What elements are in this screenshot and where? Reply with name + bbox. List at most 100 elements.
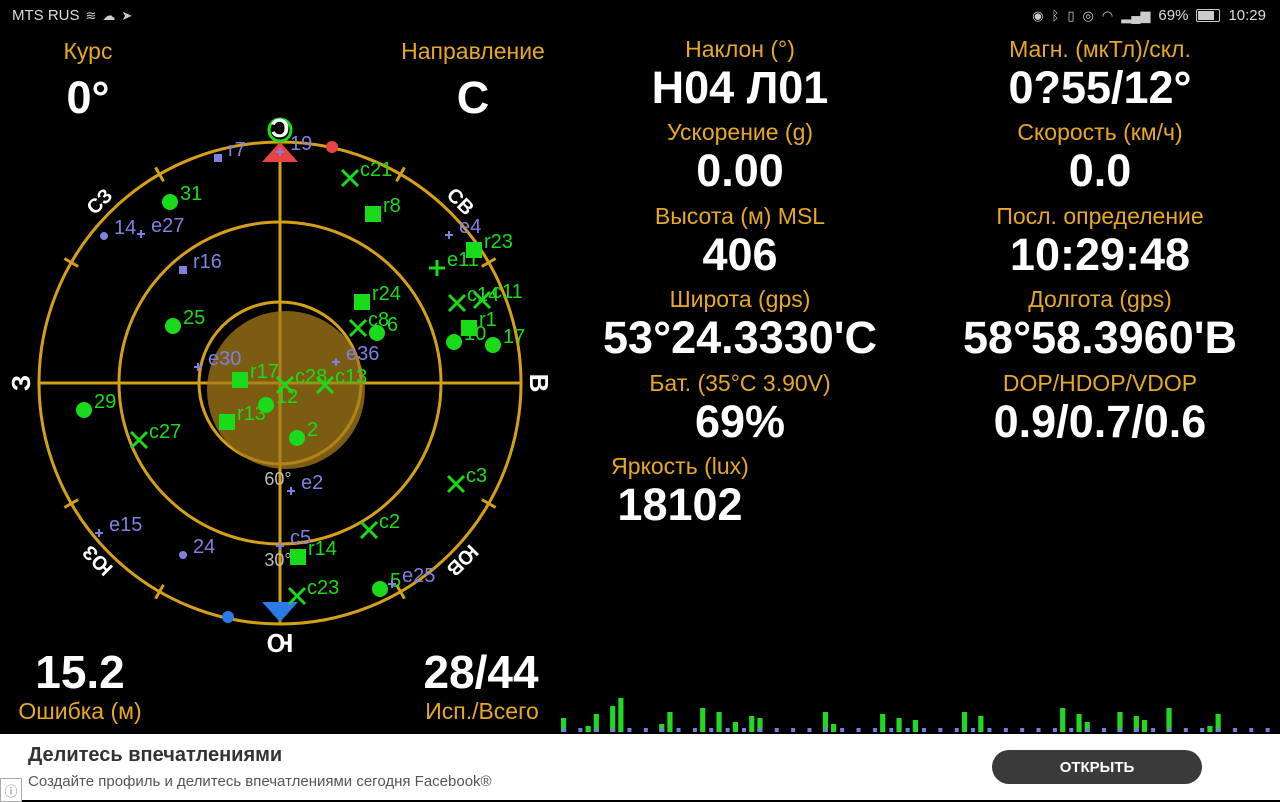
signal-bar-baseline bbox=[758, 728, 763, 732]
battery-icon bbox=[1196, 9, 1221, 22]
signal-bar-baseline bbox=[1052, 728, 1057, 732]
elevation-label-60: 60° bbox=[264, 469, 291, 489]
satellite-label: c11 bbox=[492, 281, 523, 303]
bluetooth-icon: ᛒ bbox=[1051, 8, 1060, 23]
clock: 10:29 bbox=[1228, 7, 1266, 24]
signal-bar bbox=[716, 712, 722, 732]
cardinal-se: ЮВ bbox=[442, 540, 482, 580]
satellite-label: 24 bbox=[193, 536, 215, 558]
ad-title: Делитесь впечатлениями bbox=[28, 744, 283, 766]
signal-bar-baseline bbox=[1085, 728, 1090, 732]
signal-bar bbox=[732, 722, 738, 732]
cardinal-n: С bbox=[270, 113, 289, 143]
ad-banner[interactable]: Делитесь впечатлениями Создайте профиль … bbox=[0, 734, 1280, 802]
satellite-label: c2 bbox=[379, 511, 400, 533]
signal-bar bbox=[618, 698, 624, 732]
longitude-label: Долгота (gps) bbox=[1028, 286, 1172, 312]
sky-view[interactable]: С Ю В З СВ СЗ ЮВ ЮЗ 60° 30° r7 19 c21 31 r8 1… bbox=[0, 100, 560, 660]
elevation-label-30: 30° bbox=[264, 550, 291, 570]
magnetic-value: 0?55/12° bbox=[1008, 62, 1192, 113]
satellite-label: 12 bbox=[276, 386, 298, 408]
satellite-24: 24 bbox=[179, 536, 215, 559]
satellite-label: r17 bbox=[250, 361, 279, 383]
satellite-e11: e11 bbox=[429, 249, 479, 276]
satellite-label: r14 bbox=[308, 538, 337, 560]
signal-bar bbox=[1207, 726, 1213, 732]
tilt-label: Наклон (°) bbox=[685, 36, 795, 62]
satellite-c3: c3 bbox=[446, 465, 487, 494]
battery-value: 69% bbox=[694, 396, 786, 447]
satellite-label: e2 bbox=[301, 472, 323, 494]
signal-bar-baseline bbox=[807, 728, 812, 732]
cardinal-s: Ю bbox=[267, 628, 294, 658]
satellite-label: r24 bbox=[372, 283, 401, 305]
signal-icon: ≋ bbox=[85, 7, 97, 23]
dop-label: DOP/HDOP/VDOP bbox=[1002, 370, 1198, 396]
dop-value: 0.9/0.7/0.6 bbox=[993, 396, 1207, 447]
satellite-e4: e4 bbox=[445, 216, 481, 239]
satellite-label: r8 bbox=[383, 195, 401, 217]
signal-bar-baseline bbox=[1118, 728, 1123, 732]
satellite-label: c3 bbox=[466, 465, 487, 487]
satellite-label: 2 bbox=[307, 419, 318, 441]
location-icon: ◉ bbox=[1032, 7, 1044, 23]
signal-bar bbox=[1060, 708, 1066, 732]
satellite-label: 6 bbox=[387, 314, 398, 336]
satellite-label: 25 bbox=[183, 307, 205, 329]
signal-bar-baseline bbox=[1134, 728, 1139, 732]
signal-bar-baseline bbox=[987, 728, 992, 732]
satellite-10: 10 bbox=[446, 323, 486, 350]
satellite-25: 25 bbox=[165, 307, 205, 334]
carrier-name: MTS RUS bbox=[12, 7, 80, 24]
last-fix-value: 10:29:48 bbox=[1009, 229, 1191, 280]
speed-label: Скорость (км/ч) bbox=[1017, 119, 1183, 145]
signal-bar-baseline bbox=[1151, 728, 1156, 732]
longitude-value: 58°58.3960'В bbox=[963, 312, 1237, 363]
satellite-c27: c27 bbox=[129, 421, 181, 450]
signal-strength-bars bbox=[561, 698, 1270, 732]
ad-open-button[interactable]: ОТКРЫТЬ bbox=[992, 750, 1202, 784]
cardinal-w: З bbox=[6, 375, 36, 391]
cardinal-ne: СВ bbox=[442, 184, 478, 220]
signal-bar-baseline bbox=[1102, 728, 1106, 732]
sky-plot: С Ю В З СВ СЗ ЮВ ЮЗ 60° 30° r7 19 c21 31 r8 1… bbox=[6, 113, 554, 658]
satellite-c2: c2 bbox=[359, 511, 400, 540]
signal-bar-baseline bbox=[938, 728, 943, 732]
cardinal-e: В bbox=[524, 374, 554, 393]
satellite-label: r16 bbox=[193, 251, 222, 273]
satellite-e15: e15 bbox=[95, 514, 142, 537]
satellite-29: 29 bbox=[76, 391, 116, 418]
signal-bar-baseline bbox=[922, 728, 926, 732]
eye-icon: ◎ bbox=[1082, 7, 1094, 23]
signal-bar-baseline bbox=[1216, 728, 1221, 732]
brightness-label: Яркость (lux) bbox=[611, 453, 749, 479]
satellite-e2: e2 bbox=[287, 472, 323, 495]
signal-bar-baseline bbox=[627, 728, 632, 732]
moon-marker-icon bbox=[222, 611, 234, 623]
signal-bar-baseline bbox=[742, 728, 746, 732]
signal-bar-baseline bbox=[643, 728, 648, 732]
signal-bar-baseline bbox=[774, 728, 779, 732]
signal-bar bbox=[749, 716, 755, 732]
signal-bar bbox=[667, 712, 673, 732]
satellite-label: e30 bbox=[208, 348, 241, 370]
signal-bar bbox=[961, 712, 968, 732]
signal-bar-baseline bbox=[840, 728, 845, 732]
satellite-label: r13 bbox=[237, 403, 266, 425]
signal-bar-baseline bbox=[562, 728, 566, 732]
signal-bar-baseline bbox=[1020, 728, 1025, 732]
ad-info-icon[interactable]: ⓘ bbox=[0, 778, 22, 802]
signal-bar-baseline bbox=[1249, 728, 1254, 732]
satellite-label: e25 bbox=[402, 565, 435, 587]
latitude-label: Широта (gps) bbox=[669, 286, 811, 312]
satellite-label: 10 bbox=[464, 323, 486, 345]
signal-bar-baseline bbox=[1167, 728, 1172, 732]
signal-bar bbox=[700, 708, 706, 732]
signal-bar bbox=[978, 716, 984, 732]
satellite-label: r7 bbox=[228, 139, 246, 161]
signal-bar bbox=[831, 724, 837, 732]
direction-label: Направление bbox=[401, 38, 545, 64]
signal-bar-baseline bbox=[1200, 728, 1205, 732]
latitude-value: 53°24.3330'С bbox=[603, 312, 877, 363]
satellite-count-label: Исп./Всего bbox=[425, 698, 539, 724]
